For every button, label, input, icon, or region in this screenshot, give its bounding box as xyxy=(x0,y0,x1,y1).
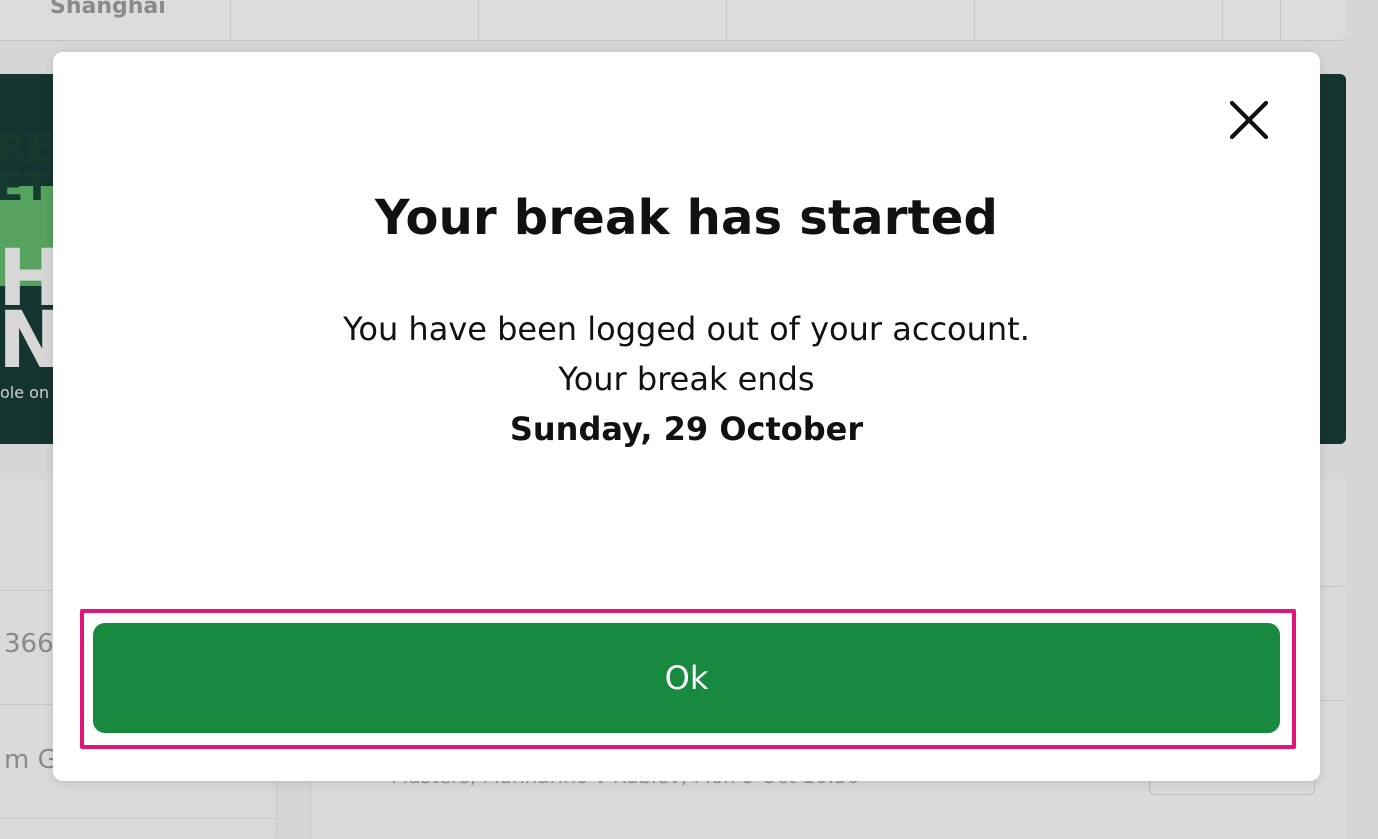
close-button[interactable] xyxy=(1221,92,1277,148)
banner-caption: ole on xyxy=(0,383,49,402)
list-item-text: 366 xyxy=(4,629,54,659)
page: Shanghai RE ETS H NT ole on 366 m G Mast… xyxy=(0,0,1378,829)
logout-message: You have been logged out of your account… xyxy=(53,304,1320,354)
divider xyxy=(478,0,479,40)
modal-title: Your break has started xyxy=(53,190,1320,246)
divider xyxy=(974,0,975,40)
break-started-modal: Your break has started You have been log… xyxy=(53,52,1320,781)
divider xyxy=(1222,0,1223,40)
banner-fragment: RE xyxy=(0,130,54,168)
city-label: Shanghai xyxy=(50,0,166,19)
divider xyxy=(1280,0,1281,40)
break-ends-label: Your break ends xyxy=(53,354,1320,404)
ok-button[interactable]: Ok xyxy=(93,623,1280,733)
close-icon xyxy=(1229,100,1269,140)
top-strip: Shanghai xyxy=(0,0,1346,41)
modal-message: You have been logged out of your account… xyxy=(53,304,1320,454)
divider xyxy=(230,0,231,40)
break-end-date: Sunday, 29 October xyxy=(53,404,1320,454)
list-item-text: m G xyxy=(4,745,58,775)
divider xyxy=(726,0,727,40)
